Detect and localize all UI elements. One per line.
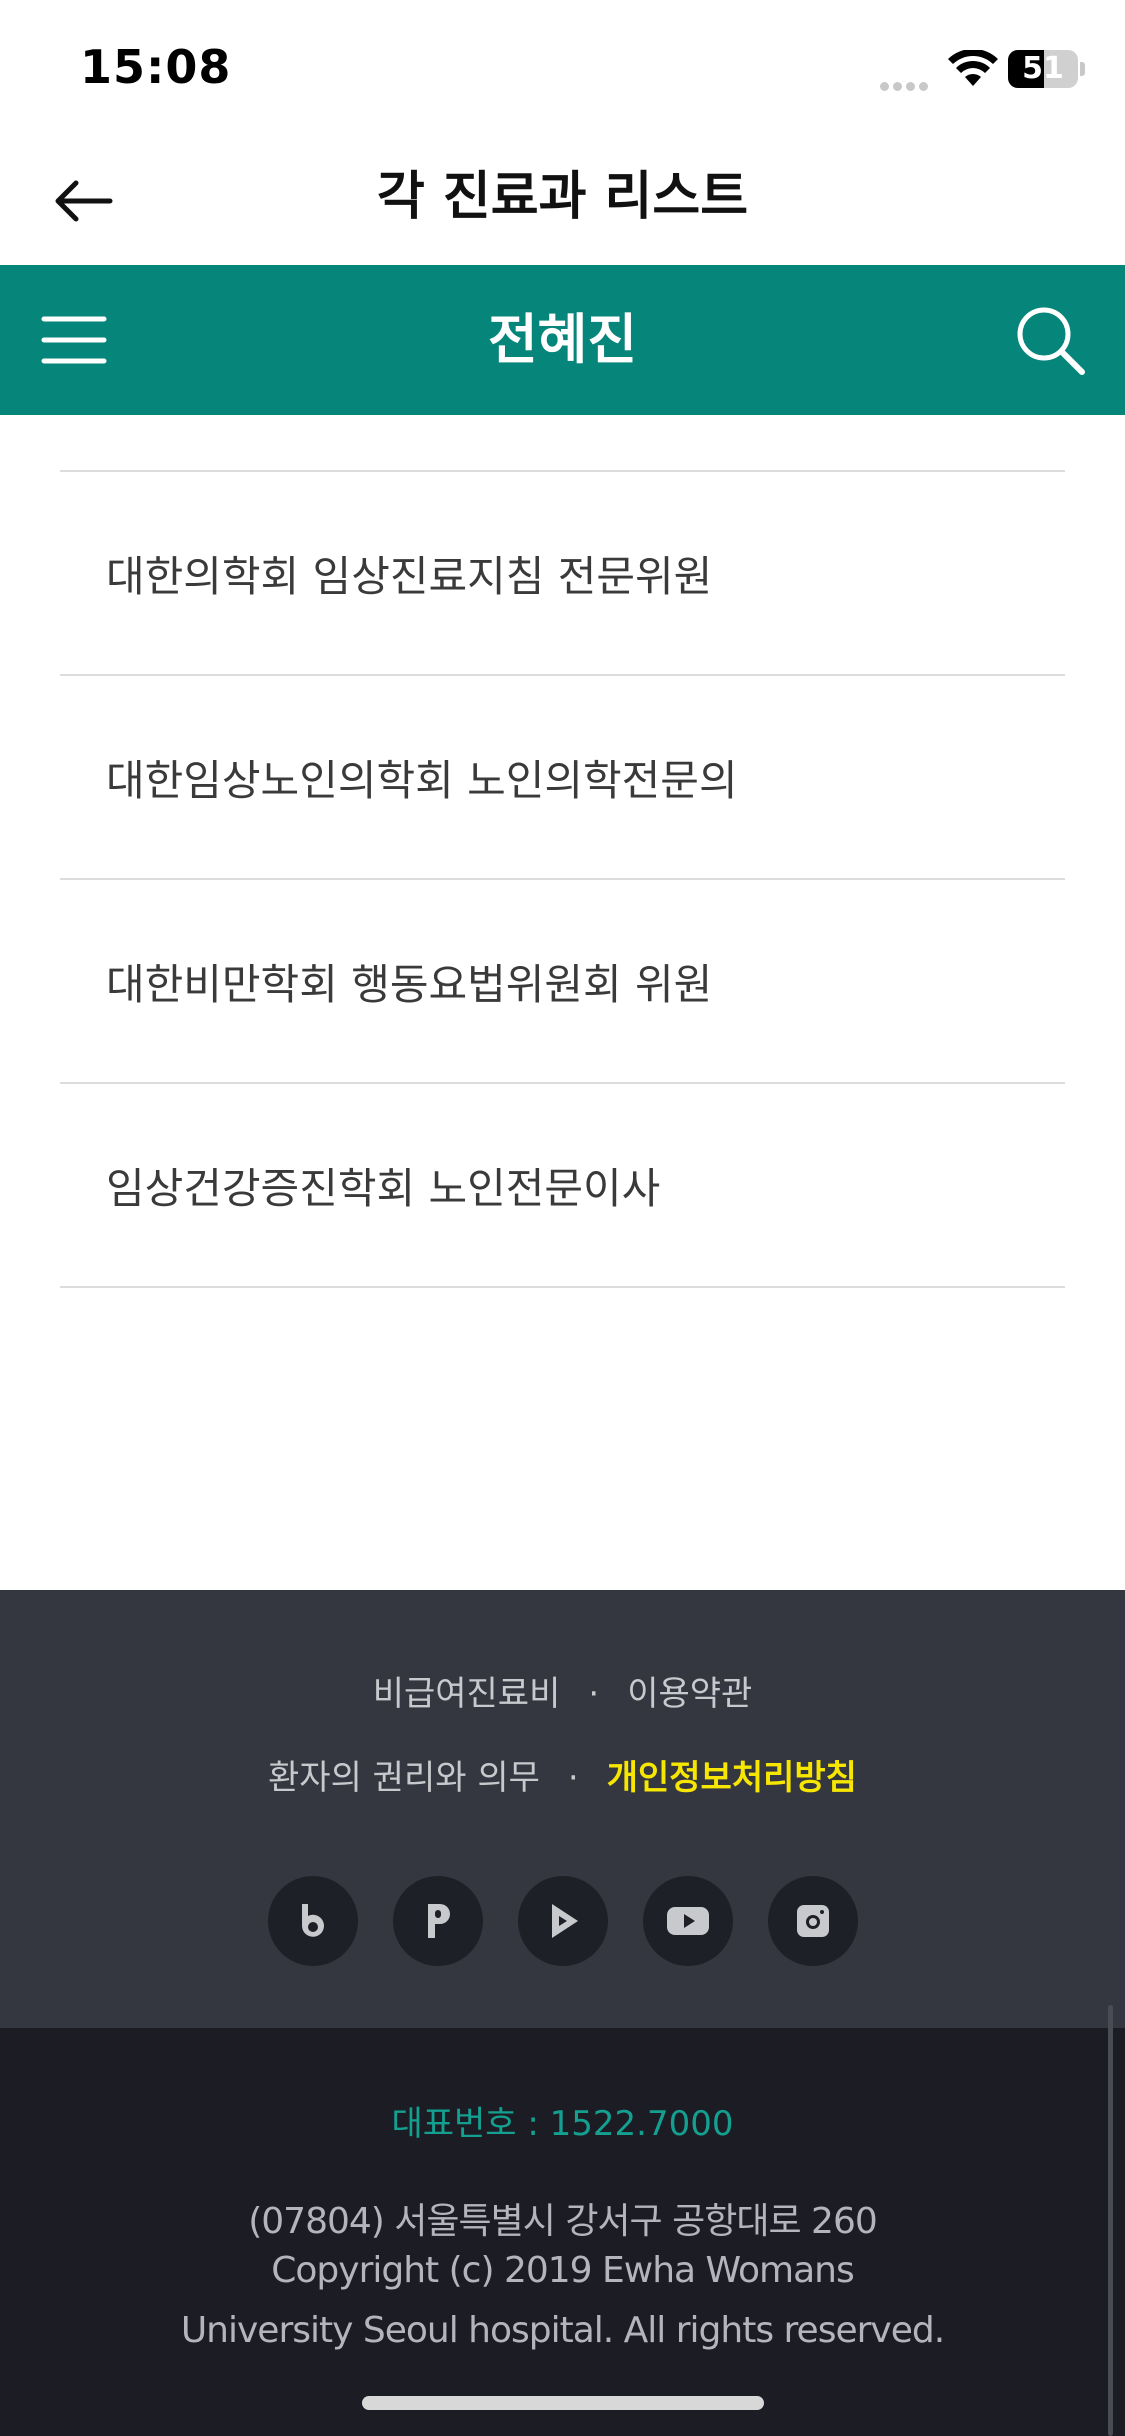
address: (07804) 서울특별시 강서구 공항대로 260 xyxy=(248,2201,878,2242)
list-item: 임상건강증진학회 노인전문이사 xyxy=(60,1084,1065,1288)
home-indicator[interactable] xyxy=(362,2396,764,2410)
post-icon xyxy=(427,1904,450,1938)
status-bar: 15:08 51 xyxy=(0,0,1125,135)
cellular-signal-icon xyxy=(880,76,932,91)
privacy-policy-link[interactable]: 개인정보처리방침 xyxy=(607,1758,857,1798)
footer-links: 비급여진료비 · 이용약관 환자의 권리와 의무 · 개인정보처리방침 xyxy=(0,1590,1125,2028)
patient-rights-link[interactable]: 환자의 권리와 의무 xyxy=(268,1758,540,1798)
youtube-button[interactable] xyxy=(642,1876,733,1966)
terms-link[interactable]: 이용약관 xyxy=(627,1674,752,1714)
instagram-button[interactable] xyxy=(767,1876,858,1966)
hamburger-icon xyxy=(41,316,107,364)
footer-links-row-2: 환자의 권리와 의무 · 개인정보처리방침 xyxy=(0,1750,1125,1799)
wifi-icon xyxy=(948,50,998,86)
play-icon xyxy=(551,1904,578,1938)
social-links xyxy=(0,1876,1125,1966)
scrollbar[interactable] xyxy=(1108,2005,1113,2436)
blog-button[interactable] xyxy=(267,1876,358,1966)
youtube-icon xyxy=(666,1907,709,1935)
status-time: 15:08 xyxy=(80,40,232,94)
footer-info: 대표번호 : 1522.7000 (07804) 서울특별시 강서구 공항대로 … xyxy=(0,2028,1125,2436)
title-bar: 각 진료과 리스트 xyxy=(0,135,1125,265)
menu-button[interactable] xyxy=(40,305,110,375)
post-button[interactable] xyxy=(392,1876,483,1966)
list-item: 대한의학회 임상진료지침 전문위원 xyxy=(60,472,1065,676)
blog-icon xyxy=(301,1904,324,1937)
separator: · xyxy=(567,1758,579,1798)
search-icon xyxy=(1017,307,1085,375)
separator: · xyxy=(588,1674,600,1714)
battery-icon: 51 xyxy=(1008,50,1078,88)
instagram-icon xyxy=(796,1905,829,1937)
non-covered-fees-link[interactable]: 비급여진료비 xyxy=(373,1674,561,1714)
page-title: 각 진료과 리스트 xyxy=(376,167,749,227)
battery-level: 51 xyxy=(1022,51,1064,86)
copyright-line-1: Copyright (c) 2019 Ewha Womans xyxy=(271,2250,854,2291)
footer-links-row-1: 비급여진료비 · 이용약관 xyxy=(0,1666,1125,1715)
tv-button[interactable] xyxy=(517,1876,608,1966)
doctor-name: 전혜진 xyxy=(487,308,638,371)
copyright-line-2: University Seoul hospital. All rights re… xyxy=(180,2310,945,2351)
phone-number[interactable]: 대표번호 : 1522.7000 xyxy=(0,2096,1125,2145)
doctor-header: 전혜진 xyxy=(0,265,1125,415)
search-button[interactable] xyxy=(1010,300,1090,380)
list-item: 대한임상노인의학회 노인의학전문의 xyxy=(60,676,1065,880)
career-list: 대한의학회 임상진료지침 전문위원 대한임상노인의학회 노인의학전문의 대한비만… xyxy=(60,470,1065,1288)
battery-nub xyxy=(1080,62,1085,76)
list-item: 대한비만학회 행동요법위원회 위원 xyxy=(60,880,1065,1084)
